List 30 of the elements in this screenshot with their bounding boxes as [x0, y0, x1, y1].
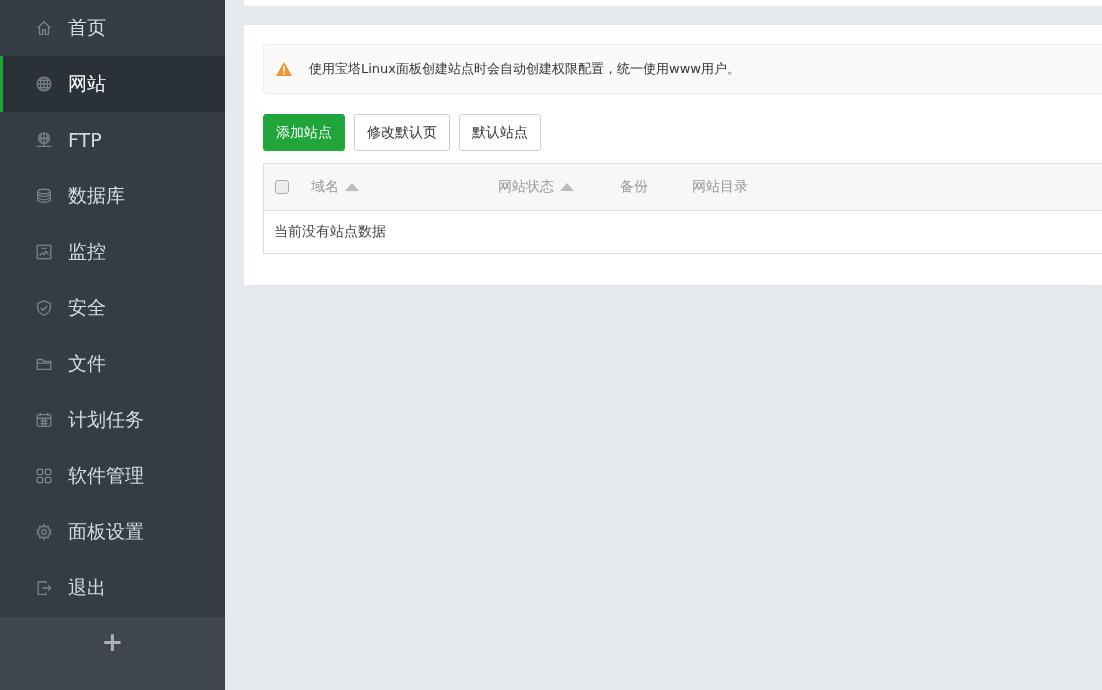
sidebar-item[interactable]: 软件管理 — [0, 448, 225, 504]
sort-icon[interactable] — [560, 183, 574, 191]
toolbar-button[interactable]: 修改默认页 — [354, 114, 450, 151]
toolbar-button[interactable]: 默认站点 — [459, 114, 541, 151]
warning-icon — [275, 61, 293, 77]
gear-icon — [35, 523, 53, 541]
home-icon — [35, 19, 53, 37]
sidebar-item[interactable]: 安全 — [0, 280, 225, 336]
shield-icon — [35, 299, 53, 317]
sidebar-item[interactable]: 文件 — [0, 336, 225, 392]
database-icon — [35, 187, 53, 205]
select-all-checkbox[interactable] — [275, 180, 289, 194]
sidebar-item[interactable]: 网站 — [0, 56, 225, 112]
sidebar-item[interactable]: 计划任务 — [0, 392, 225, 448]
sidebar-item[interactable]: 监控 — [0, 224, 225, 280]
sort-icon[interactable] — [345, 183, 359, 191]
grid-icon — [35, 467, 53, 485]
notice-text: 使用宝塔Linux面板创建站点时会自动创建权限配置，统一使用www用户。 — [309, 60, 740, 78]
sidebar-item[interactable]: 数据库 — [0, 168, 225, 224]
calendar-icon — [35, 411, 53, 429]
sidebar-item[interactable]: 首页 — [0, 0, 225, 56]
monitor-icon — [35, 243, 53, 261]
globe-icon — [35, 75, 53, 93]
sidebar-item[interactable]: FTP — [0, 112, 225, 168]
sidebar-item[interactable]: 面板设置 — [0, 504, 225, 560]
logout-icon — [35, 579, 53, 597]
sidebar-item[interactable]: 退出 — [0, 560, 225, 616]
ftp-icon — [35, 131, 53, 149]
add-button[interactable]: + — [95, 627, 130, 657]
empty-message: 当前没有站点数据 — [274, 223, 386, 241]
